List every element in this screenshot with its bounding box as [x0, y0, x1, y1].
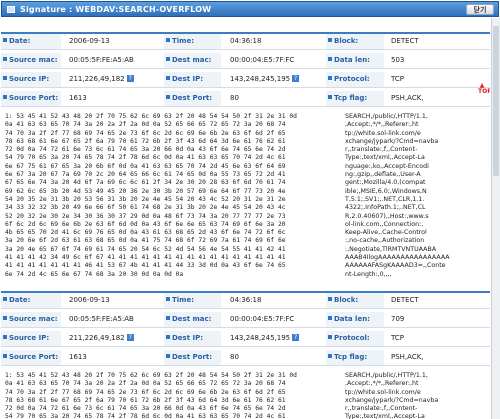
date-value: 2006-09-13 — [69, 296, 110, 304]
source-port-value: 1613 — [69, 353, 87, 361]
question-icon[interactable]: ? — [292, 334, 300, 341]
time-value: 04:36:18 — [230, 296, 262, 304]
protocol-value: TCP — [391, 334, 404, 342]
source-ip-label: Source IP: — [2, 75, 50, 83]
row-mac: Source mac: 00:05:5F:FE:A5:AB Dest mac: … — [1, 53, 490, 69]
date-label: Date: — [2, 37, 31, 45]
data-len-value: 709 — [391, 315, 405, 323]
ascii-dump: SEARCH,/public/,HTTP/1.1, ,Accept:,*/*,,… — [345, 113, 450, 278]
source-port-value: 1613 — [69, 94, 87, 102]
close-button[interactable]: 닫기 — [466, 4, 494, 15]
content-area[interactable]: Date: 2006-09-13 Time: 04:36:18 Block: D… — [1, 18, 490, 419]
dest-mac-value: 00:00:04:E5:7F:FC — [230, 315, 295, 323]
dest-ip-value: 143,248,245,195? — [230, 75, 300, 83]
source-ip-value: 211,226,49,182? — [69, 75, 134, 83]
window-icon — [7, 6, 15, 13]
row-mac: Source mac: 00:05:5F:FE:A5:AB Dest mac: … — [1, 312, 490, 328]
row-ip: Source IP: 211,226,49,182? Dest IP: 143,… — [1, 331, 490, 347]
dest-mac-label: Dest mac: — [165, 315, 212, 323]
row-date: Date: 2006-09-13 Time: 04:36:18 Block: D… — [1, 34, 490, 50]
time-label: Time: — [165, 296, 195, 304]
source-mac-value: 00:05:5F:FE:A5:AB — [69, 56, 134, 64]
date-label: Date: — [2, 296, 31, 304]
dest-port-label: Dest Port: — [165, 94, 213, 102]
protocol-label: Protocol: — [328, 334, 370, 342]
question-icon[interactable]: ? — [292, 75, 300, 82]
dest-ip-label: Dest IP: — [165, 334, 204, 342]
packet-record: Date: 2006-09-13 Time: 04:36:18 Block: D… — [1, 291, 490, 419]
source-port-label: Source Port: — [2, 353, 59, 361]
data-len-label: Data len: — [328, 315, 370, 323]
question-icon[interactable]: ? — [126, 75, 134, 82]
packet-record: Date: 2006-09-13 Time: 04:36:18 Block: D… — [1, 32, 490, 286]
source-ip-value: 211,226,49,182? — [69, 334, 134, 342]
time-label: Time: — [165, 37, 195, 45]
packet-header-grid: Date: 2006-09-13 Time: 04:36:18 Block: D… — [1, 34, 490, 110]
block-value: DETECT — [391, 296, 419, 304]
data-len-value: 503 — [391, 56, 405, 64]
block-value: DETECT — [391, 37, 419, 45]
dest-port-value: 80 — [230, 94, 239, 102]
dest-port-value: 80 — [230, 353, 239, 361]
dest-ip-label: Dest IP: — [165, 75, 204, 83]
tcp-flag-value: PSH,ACK, — [391, 94, 424, 102]
protocol-value: TCP — [391, 75, 404, 83]
top-arrow-icon[interactable]: TOP — [478, 83, 490, 95]
packet-header-grid: Date: 2006-09-13 Time: 04:36:18 Block: D… — [1, 293, 490, 369]
tcp-flag-label: Tcp flag: — [327, 353, 368, 361]
source-mac-label: Source mac: — [3, 56, 58, 64]
row-port: Source Port: 1613 Dest Port: 80 Tcp flag… — [1, 88, 490, 107]
date-value: 2006-09-13 — [69, 37, 110, 45]
hex-dump: 1: 53 45 41 52 43 48 20 2f 70 75 62 6c 6… — [5, 372, 297, 419]
vertical-scrollbar[interactable] — [491, 18, 500, 419]
block-label: Block: — [327, 37, 359, 45]
row-ip: Source IP: 211,226,49,182? Dest IP: 143,… — [1, 72, 490, 88]
source-ip-label: Source IP: — [2, 334, 50, 342]
question-icon[interactable]: ? — [126, 334, 134, 341]
source-mac-value: 00:05:5F:FE:A5:AB — [69, 315, 134, 323]
time-value: 04:36:18 — [230, 37, 262, 45]
dest-mac-value: 00:00:04:E5:7F:FC — [230, 56, 295, 64]
row-port: Source Port: 1613 Dest Port: 80 Tcp flag… — [1, 350, 490, 366]
dest-ip-value: 143,248,245,195? — [230, 334, 300, 342]
window-title: Signature : WEBDAV:SEARCH-OVERFLOW — [20, 5, 212, 14]
tcp-flag-value: PSH,ACK, — [391, 353, 424, 361]
scrollbar-thumb[interactable] — [493, 26, 499, 176]
ascii-dump: SEARCH,/public/,HTTP/1.1, ,Accept:,*/*,,… — [345, 372, 439, 419]
hex-dump: 1: 53 45 41 52 43 48 20 2f 70 75 62 6c 6… — [5, 113, 297, 278]
tcp-flag-label: Tcp flag: — [327, 94, 368, 102]
block-label: Block: — [327, 296, 359, 304]
dest-mac-label: Dest mac: — [165, 56, 212, 64]
protocol-label: Protocol: — [328, 75, 370, 83]
source-mac-label: Source mac: — [3, 315, 58, 323]
row-date: Date: 2006-09-13 Time: 04:36:18 Block: D… — [1, 293, 490, 309]
data-len-label: Data len: — [328, 56, 370, 64]
dest-port-label: Dest Port: — [165, 353, 213, 361]
window-titlebar: Signature : WEBDAV:SEARCH-OVERFLOW 닫기 — [1, 1, 499, 17]
source-port-label: Source Port: — [2, 94, 59, 102]
